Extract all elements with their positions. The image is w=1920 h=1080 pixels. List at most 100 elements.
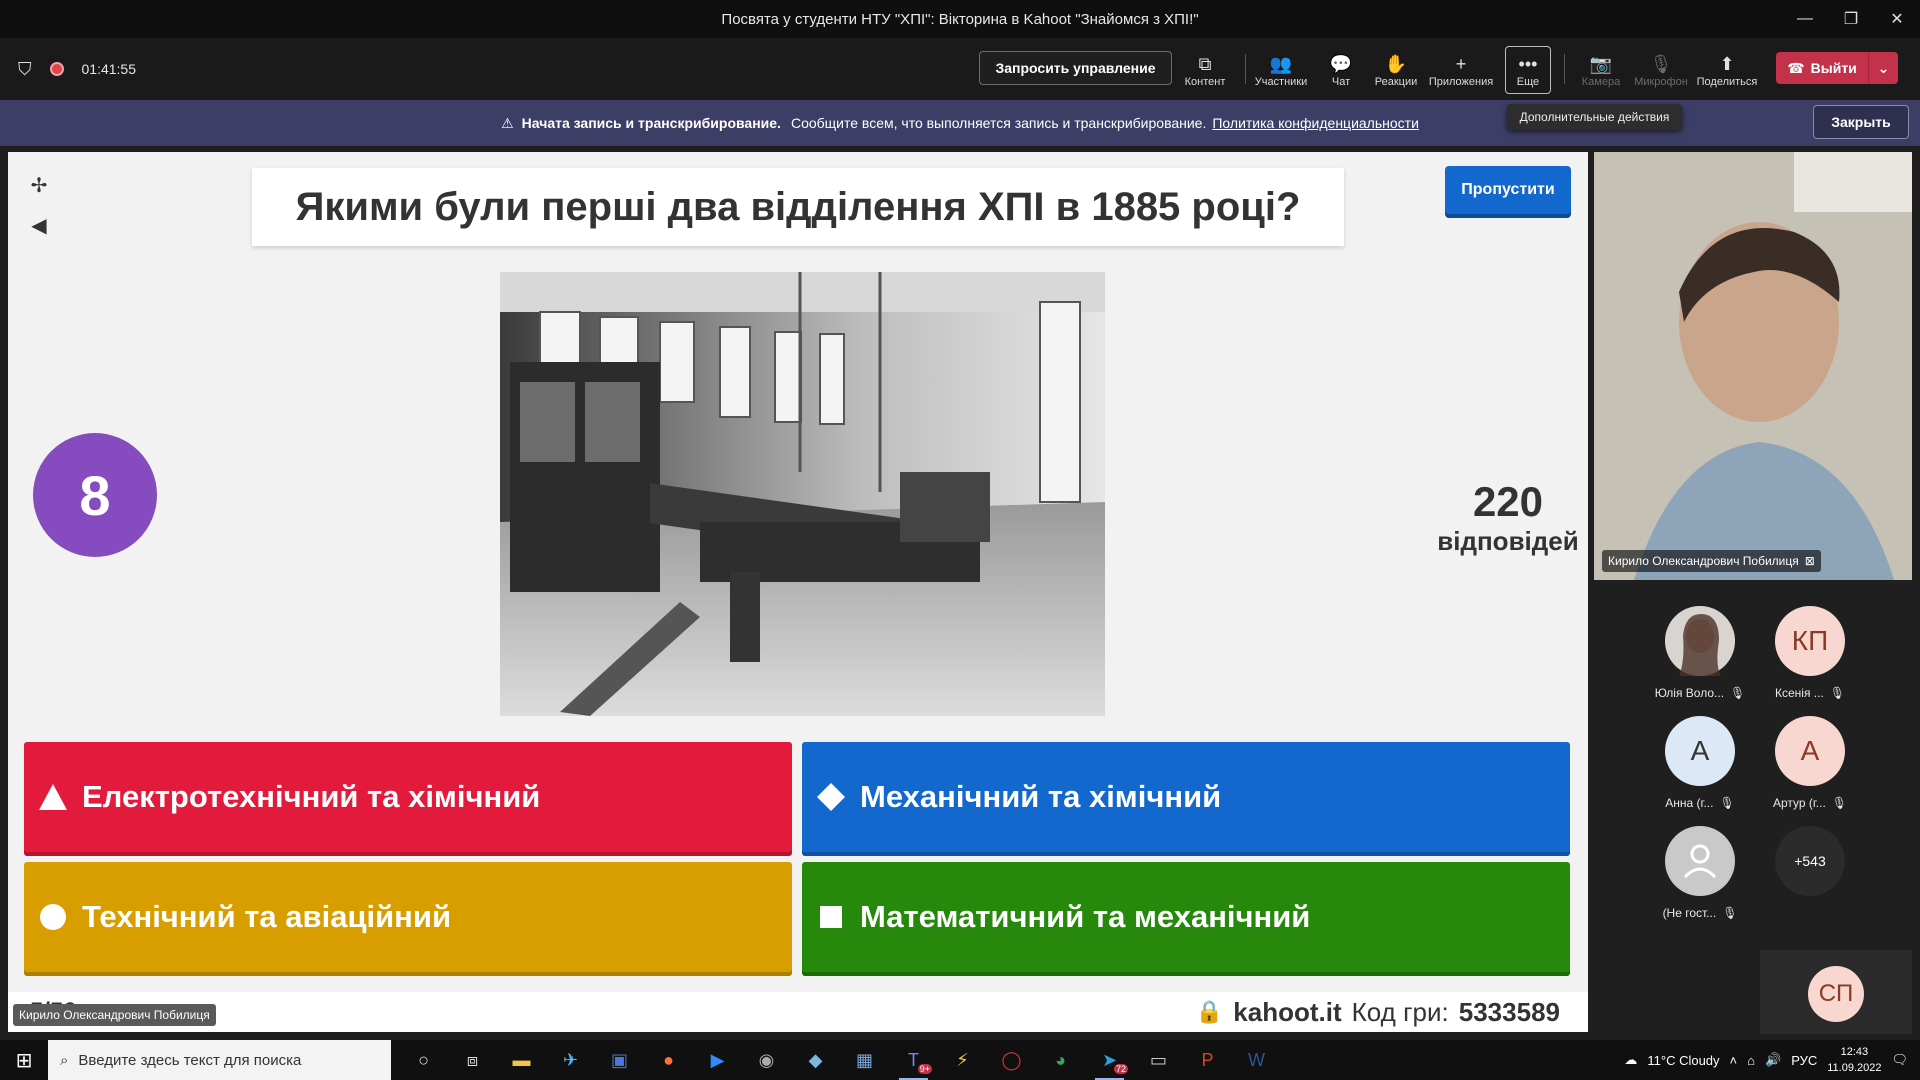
- app-icon[interactable]: ⚡: [938, 1040, 987, 1080]
- participant-name: Анна (г...: [1665, 796, 1714, 810]
- language-indicator[interactable]: РУС: [1791, 1053, 1817, 1068]
- leave-main[interactable]: ☎ Выйти: [1776, 60, 1868, 77]
- request-control-button[interactable]: Запросить управление: [979, 51, 1172, 85]
- teams-badge: 9+: [917, 1064, 932, 1074]
- participant-name-row: Артур (г... 🎙: [1755, 796, 1865, 810]
- mic-button[interactable]: 🎙 Микрофон: [1628, 46, 1694, 94]
- clock-date: 11.09.2022: [1827, 1062, 1882, 1074]
- recording-icon: [49, 62, 64, 76]
- more-label: Еще: [1516, 76, 1540, 88]
- leave-button[interactable]: ☎ Выйти ⌄: [1776, 52, 1898, 84]
- camera-button[interactable]: 📷 Камера: [1568, 46, 1634, 94]
- taskbar: ⊞ ⌕ Введите здесь текст для поиска ○ ⧈ ▬…: [0, 1040, 1920, 1080]
- app-icon[interactable]: ◆: [791, 1040, 840, 1080]
- content-icon: ⧉: [1198, 54, 1212, 74]
- system-tray: ☁ 11°C Cloudy ˄ ⌂ 🔊 РУС 12:43 11.09.2022…: [1624, 1040, 1920, 1080]
- participant-tile[interactable]: А Анна (г... 🎙: [1645, 716, 1755, 810]
- participant-name-row: Анна (г... 🎙: [1645, 796, 1755, 810]
- network-icon[interactable]: ⌂: [1747, 1053, 1755, 1068]
- chevron-up-icon[interactable]: ˄: [1730, 1053, 1738, 1068]
- firefox-icon[interactable]: ●: [644, 1040, 693, 1080]
- restore-icon[interactable]: ❐: [1828, 0, 1874, 38]
- share-button[interactable]: ⬆ Поделиться: [1694, 46, 1760, 94]
- zoom-icon[interactable]: ▶: [693, 1040, 742, 1080]
- more-actions-tooltip: Дополнительные действия: [1507, 104, 1682, 130]
- calculator-icon[interactable]: ▦: [840, 1040, 889, 1080]
- answer-option-diamond[interactable]: Механічний та хімічний: [802, 742, 1570, 852]
- leave-label: Выйти: [1810, 60, 1857, 76]
- minimize-icon[interactable]: —: [1782, 0, 1828, 38]
- participant-name: Юлія Воло...: [1654, 686, 1725, 700]
- banner-text: Сообщите всем, что выполняется запись и …: [790, 115, 1207, 131]
- participants-button[interactable]: 👥 Участники: [1248, 46, 1314, 94]
- chat-label: Чат: [1331, 76, 1351, 88]
- fullscreen-icon[interactable]: ✢: [26, 172, 52, 198]
- countdown-timer: 8: [33, 433, 157, 557]
- avatar: А: [1775, 716, 1845, 786]
- answer-option-triangle[interactable]: Електротехнічний та хімічний: [24, 742, 792, 852]
- participant-name: Ксенія ...: [1774, 686, 1824, 700]
- chrome-icon[interactable]: ◕: [1036, 1040, 1085, 1080]
- person-icon: [1665, 826, 1735, 896]
- skip-button[interactable]: Пропустити: [1445, 166, 1571, 214]
- self-tile[interactable]: СП: [1760, 950, 1912, 1034]
- windows-start-icon[interactable]: ⊞: [0, 1040, 48, 1080]
- close-icon[interactable]: ✕: [1874, 0, 1920, 38]
- presenter-video[interactable]: Кирило Олександрович Побилиця ⊠: [1594, 152, 1912, 580]
- clock[interactable]: 12:43 11.09.2022: [1827, 1044, 1881, 1076]
- participant-tile[interactable]: (Не гост... 🎙: [1645, 826, 1755, 920]
- warning-icon: ⚠: [501, 114, 514, 131]
- speaker-icon[interactable]: ◀: [26, 212, 52, 238]
- avatar: [1665, 606, 1735, 676]
- weather-text[interactable]: 11°C Cloudy: [1647, 1053, 1719, 1068]
- cortana-icon[interactable]: ○: [399, 1040, 448, 1080]
- apps-button[interactable]: + Приложения: [1428, 46, 1494, 94]
- chat-icon: 💬: [1329, 54, 1353, 74]
- task-view-icon[interactable]: ⧈: [448, 1040, 497, 1080]
- chevron-down-icon[interactable]: ⌄: [1868, 52, 1898, 84]
- lock-icon: 🔒: [1195, 999, 1224, 1024]
- participant-name: Артур (г...: [1772, 796, 1826, 810]
- save-app-icon[interactable]: ▣: [595, 1040, 644, 1080]
- game-pin: 🔒 kahoot.it Код гри: 5333589: [1196, 997, 1560, 1028]
- taskbar-apps: ○ ⧈ ▬ ✈ ▣ ● ▶ ◉ ◆ ▦ T 9+ ⚡ ◯ ◕ ➤ 72 ▭ P …: [399, 1040, 1281, 1080]
- telegram-icon[interactable]: ➤ 72: [1085, 1040, 1134, 1080]
- privacy-link[interactable]: Политика конфиденциальности: [1212, 115, 1419, 131]
- app-icon[interactable]: ◉: [742, 1040, 791, 1080]
- content-button[interactable]: ⧉ Контент: [1172, 46, 1238, 94]
- window-titlebar: Посвята у студенти НТУ "ХПІ": Вікторина …: [0, 0, 1920, 38]
- answer-option-square[interactable]: Математичний та механічний: [802, 862, 1570, 972]
- close-banner-button[interactable]: Закрыть: [1813, 105, 1909, 139]
- video-name-label: Кирило Олександрович Побилиця ⊠: [1602, 550, 1821, 572]
- powerpoint-icon[interactable]: P: [1183, 1040, 1232, 1080]
- more-participants-tile[interactable]: +543: [1755, 826, 1865, 896]
- question-title: Якими були перші два відділення ХПІ в 18…: [252, 168, 1344, 246]
- mic-off-icon: 🎙: [1831, 796, 1848, 810]
- notifications-icon[interactable]: 🗨: [1891, 1052, 1908, 1068]
- volume-icon[interactable]: 🔊: [1765, 1052, 1781, 1068]
- content-label: Контент: [1184, 76, 1226, 88]
- apps-label: Приложения: [1428, 76, 1494, 88]
- participant-tile[interactable]: КП Ксенія ... 🎙: [1755, 606, 1865, 700]
- answer-option-circle[interactable]: Технічний та авіаційний: [24, 862, 792, 972]
- more-button[interactable]: ••• Еще: [1505, 46, 1551, 94]
- meeting-timer: 01:41:55: [81, 61, 137, 77]
- self-avatar: СП: [1808, 966, 1864, 1022]
- more-participants-count: +543: [1775, 826, 1845, 896]
- app-icon[interactable]: ✈: [546, 1040, 595, 1080]
- opera-icon[interactable]: ◯: [987, 1040, 1036, 1080]
- taskbar-search[interactable]: ⌕ Введите здесь текст для поиска: [48, 1040, 391, 1080]
- app-icon[interactable]: ▭: [1134, 1040, 1183, 1080]
- word-icon[interactable]: W: [1232, 1040, 1281, 1080]
- participant-tile[interactable]: А Артур (г... 🎙: [1755, 716, 1865, 810]
- participant-name: (Не гост...: [1662, 906, 1717, 920]
- teams-icon[interactable]: T 9+: [889, 1040, 938, 1080]
- reactions-button[interactable]: ✋ Реакции: [1363, 46, 1429, 94]
- participant-tile[interactable]: Юлія Воло... 🎙: [1645, 606, 1755, 700]
- kahoot-footer: 5/50 🔒 kahoot.it Код гри: 5333589: [8, 992, 1588, 1032]
- file-explorer-icon[interactable]: ▬: [497, 1040, 546, 1080]
- meeting-status: ⛉ 01:41:55: [0, 59, 136, 80]
- share-icon: ⬆: [1719, 54, 1735, 74]
- search-placeholder: Введите здесь текст для поиска: [78, 1051, 302, 1069]
- phone-hangup-icon: ☎: [1787, 59, 1805, 76]
